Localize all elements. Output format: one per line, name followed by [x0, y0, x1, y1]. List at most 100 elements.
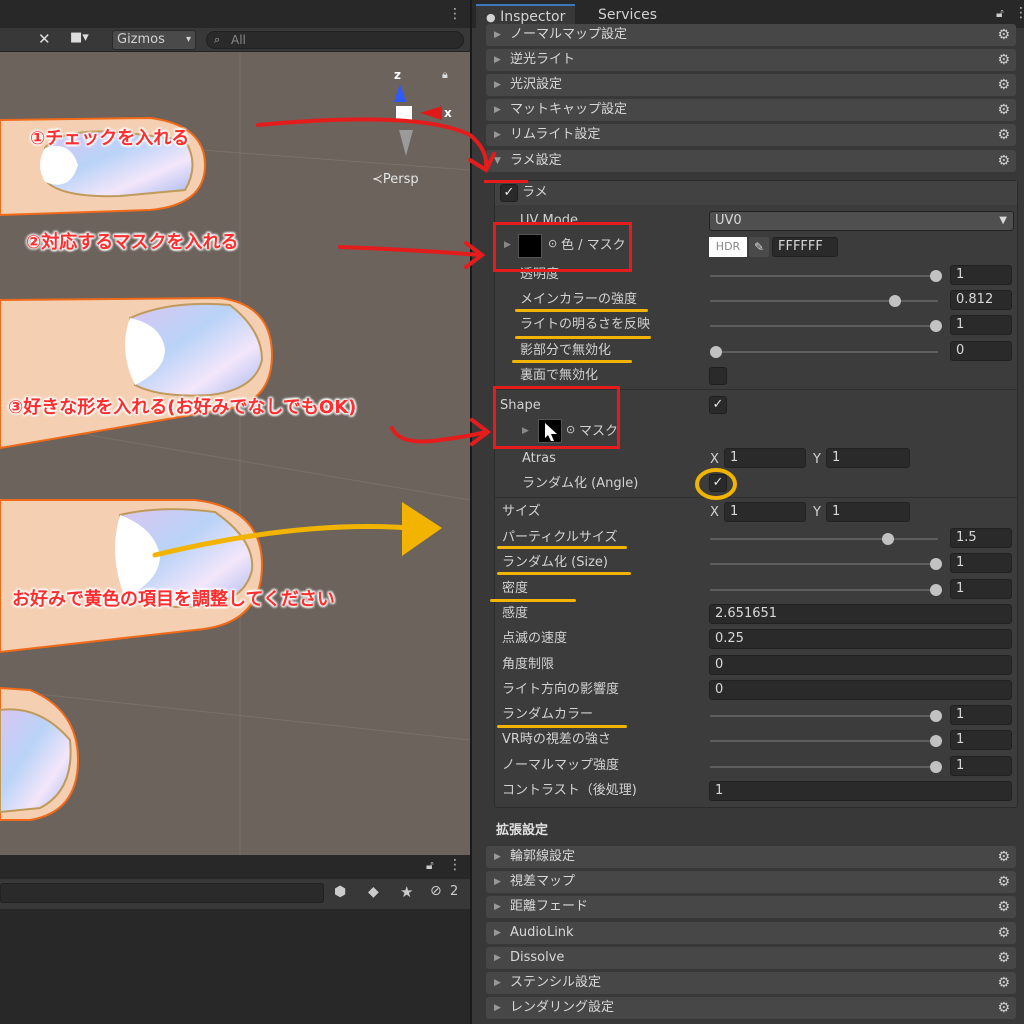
slider-track[interactable] — [710, 735, 942, 748]
gear-icon[interactable]: ⚙ — [997, 972, 1010, 994]
section-rimlight[interactable]: ▶ リムライト設定 ⚙ — [486, 124, 1016, 146]
lock-icon[interactable]: 🔓︎ — [996, 6, 1004, 21]
object-picker-icon[interactable]: ⊙ — [566, 423, 575, 436]
slider-knob[interactable] — [930, 760, 942, 773]
gear-icon[interactable]: ⚙ — [997, 24, 1010, 46]
more-options-icon[interactable]: ⋮ — [448, 857, 462, 873]
size-y-field[interactable]: 1 — [826, 502, 910, 522]
slider-track[interactable] — [710, 533, 938, 545]
uv-mode-dropdown[interactable]: UV0 ▼ — [709, 211, 1014, 231]
prop-value-field[interactable]: 1 — [950, 315, 1012, 335]
expand-arrow-icon[interactable]: ▶ — [504, 240, 511, 250]
shape-mask-texture-slot[interactable] — [538, 419, 562, 443]
axis-z-cone[interactable] — [394, 84, 406, 102]
project-search-input[interactable] — [0, 883, 324, 903]
slider-track[interactable] — [710, 346, 938, 358]
favorites-star-icon[interactable]: ★ — [400, 883, 413, 901]
gizmos-button[interactable]: Gizmos ▾ — [112, 30, 196, 50]
expand-arrow-icon[interactable]: ▶ — [522, 426, 529, 436]
prop-value-field[interactable]: 0 — [709, 679, 1012, 700]
slider-knob[interactable] — [881, 533, 894, 545]
extension-section[interactable]: ▶ AudioLink ⚙ — [486, 921, 1016, 944]
gear-icon[interactable]: ⚙ — [997, 124, 1010, 146]
prop-value-field[interactable]: 1 — [950, 578, 1012, 599]
atras-x-field[interactable]: 1 — [724, 448, 806, 468]
tools-icon[interactable]: ✕ — [38, 30, 51, 48]
gear-icon[interactable]: ⚙ — [997, 49, 1010, 71]
object-picker-icon[interactable]: ⊙ — [548, 237, 557, 250]
gear-icon[interactable]: ⚙ — [997, 947, 1010, 969]
random-angle-checkbox[interactable]: ✓ — [709, 474, 727, 492]
extension-section[interactable]: ▶ 視差マップ ⚙ — [486, 871, 1016, 894]
prop-value-field[interactable]: 1 — [950, 553, 1012, 574]
slider-track[interactable] — [710, 710, 942, 723]
glitter-enable-checkbox[interactable]: ✓ — [500, 184, 518, 202]
prop-value-field[interactable]: 2.651651 — [709, 603, 1012, 624]
gizmo-center-cube[interactable] — [396, 106, 412, 122]
slider-track[interactable] — [710, 320, 942, 332]
hidden-eye-icon[interactable]: ⊘ — [430, 883, 442, 899]
eyedropper-button[interactable]: ✎ — [749, 237, 769, 257]
prop-value-field[interactable]: 1 — [950, 265, 1012, 285]
prop-value-field[interactable]: 1 — [950, 755, 1012, 776]
prop-value-field[interactable]: 0.25 — [709, 629, 1012, 650]
prop-value-field[interactable]: 1 — [950, 730, 1012, 751]
gear-icon[interactable]: ⚙ — [997, 871, 1010, 893]
slider-track[interactable] — [710, 583, 942, 596]
section-glitter[interactable]: ▼ ラメ設定 ⚙ — [486, 150, 1016, 172]
section-gloss[interactable]: ▶ 光沢設定 ⚙ — [486, 74, 1016, 96]
gear-icon[interactable]: ⚙ — [997, 846, 1010, 868]
slider-knob[interactable] — [930, 710, 942, 723]
search-input[interactable]: ⌕ All — [206, 31, 464, 49]
persp-label[interactable]: ≺Persp — [372, 172, 419, 187]
gear-icon[interactable]: ⚙ — [997, 997, 1010, 1019]
atras-y-field[interactable]: 1 — [826, 448, 910, 468]
hdr-color-swatch[interactable]: HDR — [709, 237, 747, 257]
color-hex-field[interactable]: FFFFFF — [772, 237, 838, 257]
lock-icon[interactable]: 🔒︎ — [442, 68, 448, 82]
axis-y-cone[interactable] — [399, 130, 413, 156]
extension-section[interactable]: ▶ ステンシル設定 ⚙ — [486, 972, 1016, 994]
slider-track[interactable] — [710, 270, 942, 282]
orientation-gizmo[interactable]: 🔒︎ z x — [370, 66, 460, 166]
more-options-icon[interactable]: ⋮ — [448, 6, 462, 22]
prop-value-field[interactable]: 1 — [950, 705, 1012, 726]
gear-icon[interactable]: ⚙ — [997, 74, 1010, 96]
slider-knob[interactable] — [930, 320, 942, 332]
slider-knob[interactable] — [710, 346, 722, 358]
more-options-icon[interactable]: ⋮ — [1014, 5, 1024, 21]
axis-x-cone[interactable] — [420, 106, 442, 120]
scene-view[interactable]: ⋮ ✕ ■▾ Gizmos ▾ ⌕ All 🔒︎ z x ≺Persp — [0, 0, 470, 855]
section-matcap[interactable]: ▶ マットキャップ設定 ⚙ — [486, 99, 1016, 121]
color-mask-texture-slot[interactable] — [518, 234, 542, 258]
size-x-field[interactable]: 1 — [724, 502, 806, 522]
extension-section[interactable]: ▶ 距離フェード ⚙ — [486, 896, 1016, 919]
shape-enable-checkbox[interactable]: ✓ — [709, 396, 727, 414]
section-backlight[interactable]: ▶ 逆光ライト ⚙ — [486, 49, 1016, 71]
prop-value-field[interactable]: 0 — [709, 654, 1012, 675]
slider-track[interactable] — [710, 558, 942, 571]
filter-type-icon[interactable]: ⬢ — [334, 884, 346, 900]
section-normal-map[interactable]: ▶ ノーマルマップ設定 ⚙ — [486, 24, 1016, 46]
backface-disable-checkbox[interactable] — [709, 367, 727, 385]
gear-icon[interactable]: ⚙ — [997, 922, 1010, 944]
extension-section[interactable]: ▶ レンダリング設定 ⚙ — [486, 997, 1016, 1020]
prop-value-field[interactable]: 0 — [950, 341, 1012, 361]
slider-knob[interactable] — [888, 295, 901, 307]
slider-knob[interactable] — [930, 270, 942, 282]
slider-track[interactable] — [710, 295, 938, 307]
camera-icon[interactable]: ■▾ — [70, 30, 89, 45]
extension-section[interactable]: ▶ 輪郭線設定 ⚙ — [486, 846, 1016, 868]
lock-icon[interactable]: 🔓︎ — [426, 858, 434, 873]
prop-label: 影部分で無効化 — [520, 343, 612, 358]
prop-value-field[interactable]: 0.812 — [950, 290, 1012, 310]
prop-value-field[interactable]: 1 — [709, 781, 1012, 801]
slider-track[interactable] — [710, 760, 942, 773]
gear-icon[interactable]: ⚙ — [997, 99, 1010, 121]
gear-icon[interactable]: ⚙ — [997, 150, 1010, 172]
gear-icon[interactable]: ⚙ — [997, 896, 1010, 918]
extension-section[interactable]: ▶ Dissolve ⚙ — [486, 946, 1016, 969]
prop-value-field[interactable]: 1.5 — [950, 528, 1012, 548]
filter-label-icon[interactable]: ◆ — [368, 884, 379, 900]
slider-knob[interactable] — [930, 583, 942, 596]
